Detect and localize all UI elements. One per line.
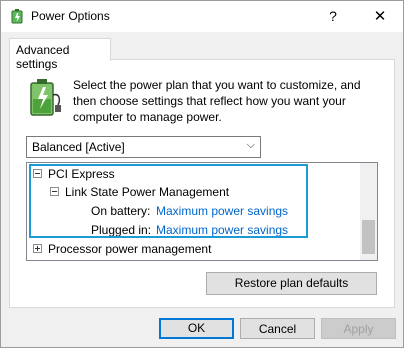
tab-label: Advanced settings — [16, 43, 70, 71]
tab-advanced-settings[interactable]: Advanced settings — [9, 38, 111, 71]
plugged-in-value[interactable]: Maximum power savings — [156, 221, 288, 239]
window-title: Power Options — [31, 9, 110, 23]
scroll-thumb[interactable] — [362, 220, 375, 254]
tree-item-label: Processor power management — [48, 242, 212, 256]
collapse-icon[interactable] — [50, 187, 59, 196]
plugged-in-label: Plugged in: — [91, 223, 152, 237]
tree-item-plugged-in[interactable]: Plugged in: — [91, 221, 151, 239]
settings-tree[interactable]: PCI Express Link State Power Management … — [26, 162, 378, 261]
collapse-icon[interactable] — [33, 169, 42, 178]
power-options-icon — [11, 9, 23, 24]
close-button[interactable]: ✕ — [357, 1, 403, 32]
plugged-in-value-link[interactable]: Maximum power savings — [156, 223, 288, 237]
ok-button[interactable]: OK — [159, 318, 234, 339]
power-options-dialog: Power Options ? ✕ Advanced settings Sele… — [0, 0, 404, 348]
on-battery-value-link[interactable]: Maximum power savings — [156, 204, 288, 218]
power-plan-value: Balanced [Active] — [32, 140, 125, 154]
restore-defaults-button[interactable]: Restore plan defaults — [206, 272, 377, 295]
tree-item-label: Link State Power Management — [65, 185, 230, 199]
on-battery-value[interactable]: Maximum power savings — [156, 202, 288, 220]
tree-scrollbar[interactable] — [360, 163, 377, 260]
description-text: Select the power plan that you want to c… — [73, 78, 361, 124]
title-bar: Power Options ? ✕ — [1, 1, 403, 32]
tree-item-on-battery[interactable]: On battery: — [91, 202, 150, 220]
cancel-button[interactable]: Cancel — [240, 318, 315, 339]
on-battery-label: On battery: — [91, 204, 151, 218]
help-button[interactable]: ? — [310, 1, 356, 32]
tree-item-label: PCI Express — [48, 167, 115, 181]
battery-icon — [30, 79, 61, 116]
chevron-down-icon: ⌵ — [246, 139, 255, 151]
apply-button[interactable]: Apply — [321, 318, 396, 339]
expand-icon[interactable] — [33, 244, 42, 253]
power-plan-select[interactable]: Balanced [Active] ⌵ — [26, 136, 261, 158]
